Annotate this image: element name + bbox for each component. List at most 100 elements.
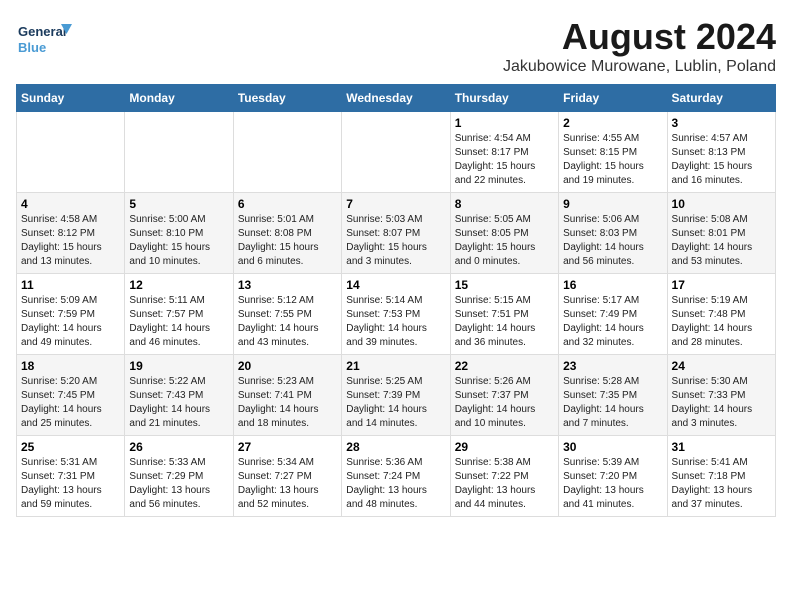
day-info: Sunrise: 5:14 AMSunset: 7:53 PMDaylight:… xyxy=(346,294,445,350)
calendar-cell: 6Sunrise: 5:01 AMSunset: 8:08 PMDaylight… xyxy=(233,193,341,274)
day-number: 13 xyxy=(238,278,337,292)
day-number: 10 xyxy=(672,197,771,211)
logo-svg: General Blue xyxy=(16,16,76,66)
day-info: Sunrise: 5:00 AMSunset: 8:10 PMDaylight:… xyxy=(129,213,228,269)
day-number: 7 xyxy=(346,197,445,211)
day-info: Sunrise: 5:03 AMSunset: 8:07 PMDaylight:… xyxy=(346,213,445,269)
day-info: Sunrise: 4:58 AMSunset: 8:12 PMDaylight:… xyxy=(21,213,120,269)
calendar-cell: 4 Sunrise: 4:58 AMSunset: 8:12 PMDaylight… xyxy=(17,193,125,274)
calendar-cell: 1Sunrise: 4:54 AMSunset: 8:17 PMDaylight… xyxy=(450,112,558,193)
day-number: 15 xyxy=(455,278,554,292)
calendar-cell: 22 Sunrise: 5:26 AMSunset: 7:37 PMDayligh… xyxy=(450,355,558,436)
calendar-cell: 3 Sunrise: 4:57 AMSunset: 8:13 PMDaylight… xyxy=(667,112,775,193)
day-info: Sunrise: 5:25 AMSunset: 7:39 PMDaylight:… xyxy=(346,375,445,431)
calendar-cell: 15 Sunrise: 5:15 AMSunset: 7:51 PMDayligh… xyxy=(450,274,558,355)
weekday-header-wednesday: Wednesday xyxy=(342,85,450,112)
day-number: 12 xyxy=(129,278,228,292)
subtitle: Jakubowice Murowane, Lublin, Poland xyxy=(503,58,776,76)
day-info: Sunrise: 5:23 AMSunset: 7:41 PMDaylight:… xyxy=(238,375,337,431)
week-row-4: 18Sunrise: 5:20 AMSunset: 7:45 PMDayligh… xyxy=(17,355,776,436)
calendar-cell: 26 Sunrise: 5:33 AMSunset: 7:29 PMDayligh… xyxy=(125,436,233,517)
day-number: 9 xyxy=(563,197,662,211)
calendar-table: SundayMondayTuesdayWednesdayThursdayFrid… xyxy=(16,84,776,517)
day-info: Sunrise: 5:19 AMSunset: 7:48 PMDaylight:… xyxy=(672,294,771,350)
weekday-header-friday: Friday xyxy=(559,85,667,112)
day-number: 21 xyxy=(346,359,445,373)
calendar-header: SundayMondayTuesdayWednesdayThursdayFrid… xyxy=(17,85,776,112)
calendar-cell: 27 Sunrise: 5:34 AMSunset: 7:27 PMDayligh… xyxy=(233,436,341,517)
svg-text:General: General xyxy=(18,24,66,39)
day-number: 1 xyxy=(455,116,554,130)
day-number: 5 xyxy=(129,197,228,211)
day-info: Sunrise: 5:28 AMSunset: 7:35 PMDaylight:… xyxy=(563,375,662,431)
day-number: 19 xyxy=(129,359,228,373)
calendar-cell: 11 Sunrise: 5:09 AMSunset: 7:59 PMDayligh… xyxy=(17,274,125,355)
calendar-cell: 29Sunrise: 5:38 AMSunset: 7:22 PMDayligh… xyxy=(450,436,558,517)
day-info: Sunrise: 5:31 AMSunset: 7:31 PMDaylight:… xyxy=(21,456,120,512)
week-row-3: 11 Sunrise: 5:09 AMSunset: 7:59 PMDayligh… xyxy=(17,274,776,355)
calendar-cell: 5 Sunrise: 5:00 AMSunset: 8:10 PMDaylight… xyxy=(125,193,233,274)
day-info: Sunrise: 5:11 AMSunset: 7:57 PMDaylight:… xyxy=(129,294,228,350)
calendar-cell: 17 Sunrise: 5:19 AMSunset: 7:48 PMDayligh… xyxy=(667,274,775,355)
day-info: Sunrise: 4:57 AMSunset: 8:13 PMDaylight:… xyxy=(672,132,771,188)
calendar-cell: 10 Sunrise: 5:08 AMSunset: 8:01 PMDayligh… xyxy=(667,193,775,274)
day-info: Sunrise: 5:38 AMSunset: 7:22 PMDaylight:… xyxy=(455,456,554,512)
page-header: General Blue August 2024 Jakubowice Muro… xyxy=(16,16,776,76)
day-number: 2 xyxy=(563,116,662,130)
calendar-cell: 9 Sunrise: 5:06 AMSunset: 8:03 PMDaylight… xyxy=(559,193,667,274)
day-info: Sunrise: 4:55 AMSunset: 8:15 PMDaylight:… xyxy=(563,132,662,188)
svg-text:Blue: Blue xyxy=(18,40,46,55)
day-info: Sunrise: 5:09 AMSunset: 7:59 PMDaylight:… xyxy=(21,294,120,350)
calendar-cell: 19 Sunrise: 5:22 AMSunset: 7:43 PMDayligh… xyxy=(125,355,233,436)
calendar-cell: 14 Sunrise: 5:14 AMSunset: 7:53 PMDayligh… xyxy=(342,274,450,355)
calendar-cell xyxy=(233,112,341,193)
calendar-cell xyxy=(125,112,233,193)
calendar-cell: 28 Sunrise: 5:36 AMSunset: 7:24 PMDayligh… xyxy=(342,436,450,517)
day-number: 22 xyxy=(455,359,554,373)
calendar-cell: 21 Sunrise: 5:25 AMSunset: 7:39 PMDayligh… xyxy=(342,355,450,436)
calendar-cell: 24Sunrise: 5:30 AMSunset: 7:33 PMDayligh… xyxy=(667,355,775,436)
weekday-header-monday: Monday xyxy=(125,85,233,112)
calendar-cell: 18Sunrise: 5:20 AMSunset: 7:45 PMDayligh… xyxy=(17,355,125,436)
weekday-header-thursday: Thursday xyxy=(450,85,558,112)
day-number: 4 xyxy=(21,197,120,211)
calendar-cell xyxy=(342,112,450,193)
day-number: 16 xyxy=(563,278,662,292)
week-row-5: 25Sunrise: 5:31 AMSunset: 7:31 PMDayligh… xyxy=(17,436,776,517)
day-info: Sunrise: 5:01 AMSunset: 8:08 PMDaylight:… xyxy=(238,213,337,269)
day-info: Sunrise: 5:34 AMSunset: 7:27 PMDaylight:… xyxy=(238,456,337,512)
day-info: Sunrise: 5:22 AMSunset: 7:43 PMDaylight:… xyxy=(129,375,228,431)
day-number: 11 xyxy=(21,278,120,292)
calendar-cell: 13Sunrise: 5:12 AMSunset: 7:55 PMDayligh… xyxy=(233,274,341,355)
calendar-cell: 16Sunrise: 5:17 AMSunset: 7:49 PMDayligh… xyxy=(559,274,667,355)
day-info: Sunrise: 5:26 AMSunset: 7:37 PMDaylight:… xyxy=(455,375,554,431)
weekday-header-sunday: Sunday xyxy=(17,85,125,112)
day-info: Sunrise: 5:08 AMSunset: 8:01 PMDaylight:… xyxy=(672,213,771,269)
day-number: 28 xyxy=(346,440,445,454)
calendar-cell xyxy=(17,112,125,193)
calendar-cell: 7 Sunrise: 5:03 AMSunset: 8:07 PMDaylight… xyxy=(342,193,450,274)
weekday-header-tuesday: Tuesday xyxy=(233,85,341,112)
day-number: 27 xyxy=(238,440,337,454)
day-number: 30 xyxy=(563,440,662,454)
day-number: 17 xyxy=(672,278,771,292)
day-info: Sunrise: 5:15 AMSunset: 7:51 PMDaylight:… xyxy=(455,294,554,350)
day-info: Sunrise: 5:20 AMSunset: 7:45 PMDaylight:… xyxy=(21,375,120,431)
weekday-row: SundayMondayTuesdayWednesdayThursdayFrid… xyxy=(17,85,776,112)
calendar-cell: 31 Sunrise: 5:41 AMSunset: 7:18 PMDayligh… xyxy=(667,436,775,517)
day-number: 14 xyxy=(346,278,445,292)
logo: General Blue xyxy=(16,16,76,66)
day-info: Sunrise: 5:06 AMSunset: 8:03 PMDaylight:… xyxy=(563,213,662,269)
calendar-cell: 8Sunrise: 5:05 AMSunset: 8:05 PMDaylight… xyxy=(450,193,558,274)
day-info: Sunrise: 5:41 AMSunset: 7:18 PMDaylight:… xyxy=(672,456,771,512)
day-number: 26 xyxy=(129,440,228,454)
week-row-1: 1Sunrise: 4:54 AMSunset: 8:17 PMDaylight… xyxy=(17,112,776,193)
day-number: 31 xyxy=(672,440,771,454)
day-number: 3 xyxy=(672,116,771,130)
day-number: 20 xyxy=(238,359,337,373)
calendar-cell: 20 Sunrise: 5:23 AMSunset: 7:41 PMDayligh… xyxy=(233,355,341,436)
day-info: Sunrise: 5:33 AMSunset: 7:29 PMDaylight:… xyxy=(129,456,228,512)
day-number: 23 xyxy=(563,359,662,373)
day-info: Sunrise: 5:36 AMSunset: 7:24 PMDaylight:… xyxy=(346,456,445,512)
title-block: August 2024 Jakubowice Murowane, Lublin,… xyxy=(503,16,776,76)
